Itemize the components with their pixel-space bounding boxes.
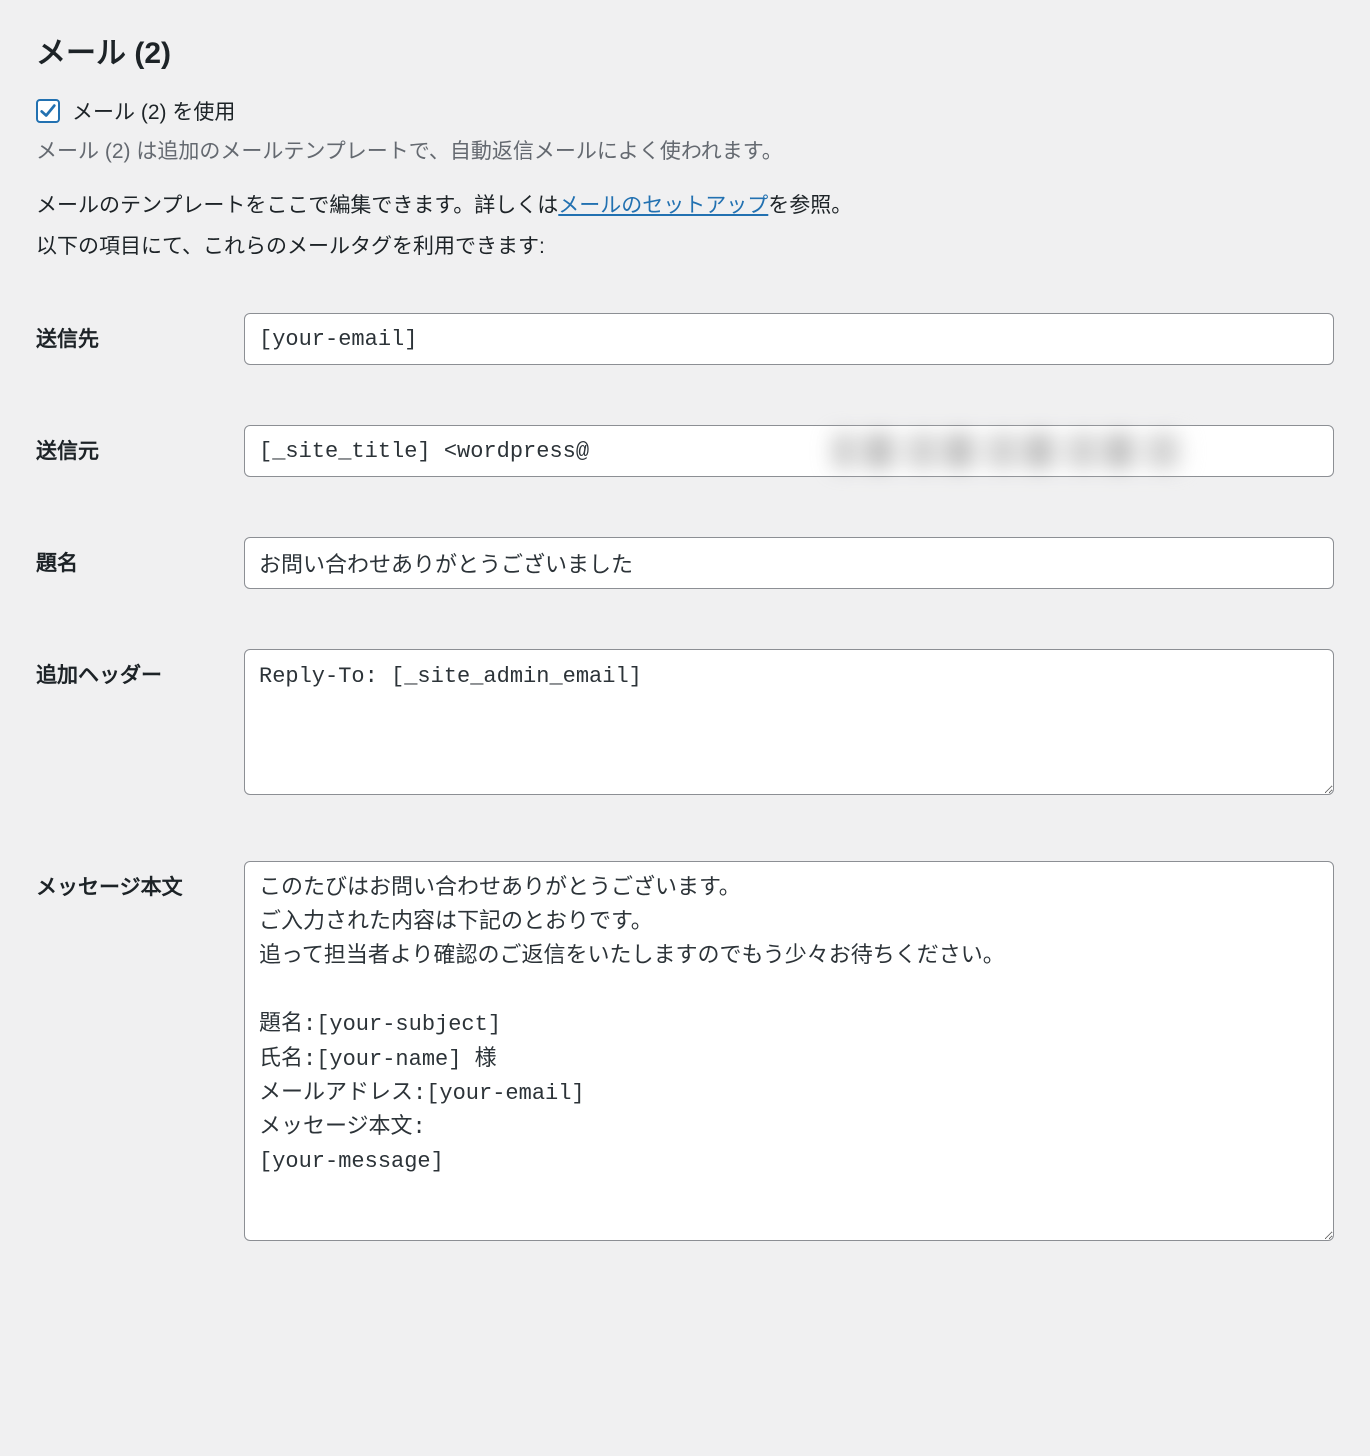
use-mail2-row: メール (2) を使用 <box>36 96 1334 126</box>
row-from: 送信元 <box>36 425 1334 537</box>
mail2-description: メール (2) は追加のメールテンプレートで、自動返信メールによく使われます。 <box>36 134 1334 170</box>
mail2-panel: メール (2) メール (2) を使用 メール (2) は追加のメールテンプレー… <box>0 0 1370 1347</box>
label-headers: 追加ヘッダー <box>36 649 244 861</box>
check-icon <box>39 102 57 120</box>
label-from: 送信元 <box>36 425 244 537</box>
input-body[interactable] <box>244 861 1334 1241</box>
section-title: メール (2) <box>36 28 1334 72</box>
label-to: 送信先 <box>36 313 244 425</box>
row-headers: 追加ヘッダー <box>36 649 1334 861</box>
input-headers[interactable] <box>244 649 1334 795</box>
input-to[interactable] <box>244 313 1334 365</box>
row-to: 送信先 <box>36 313 1334 425</box>
use-mail2-checkbox[interactable] <box>36 99 60 123</box>
row-body: メッセージ本文 <box>36 861 1334 1307</box>
template-edit-note-prefix: メールのテンプレートをここで編集できます。詳しくは <box>36 194 558 217</box>
template-edit-note-suffix: を参照。 <box>768 194 852 217</box>
label-body: メッセージ本文 <box>36 861 244 1307</box>
use-mail2-label[interactable]: メール (2) を使用 <box>72 96 235 126</box>
input-from[interactable] <box>244 425 1334 477</box>
row-subject: 題名 <box>36 537 1334 649</box>
template-edit-note: メールのテンプレートをここで編集できます。詳しくはメールのセットアップを参照。 <box>36 188 1334 224</box>
label-subject: 題名 <box>36 537 244 649</box>
mail-setup-link[interactable]: メールのセットアップ <box>558 194 768 217</box>
mail-tags-note: 以下の項目にて、これらのメールタグを利用できます: <box>36 229 1334 265</box>
mail2-form-table: 送信先 送信元 題名 追加ヘッダー <box>36 313 1334 1307</box>
input-subject[interactable] <box>244 537 1334 589</box>
